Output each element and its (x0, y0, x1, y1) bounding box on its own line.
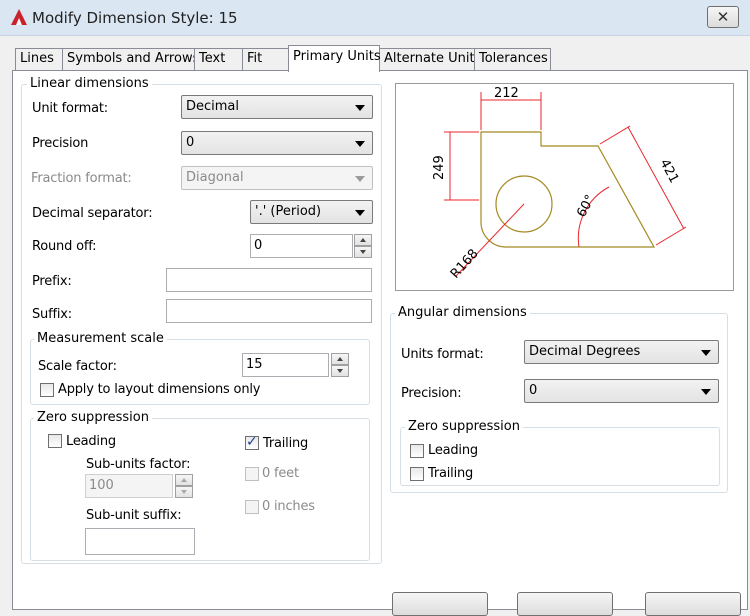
window-title: Modify Dimension Style: 15 (32, 9, 238, 27)
cancel-button[interactable] (517, 592, 613, 616)
leading-checkbox[interactable] (48, 434, 62, 448)
tab-alternate-units[interactable]: Alternate Units (379, 48, 481, 70)
round-off-spinner[interactable] (354, 234, 372, 258)
subunits-factor-label: Sub-units factor: (86, 457, 191, 472)
spin-down-icon[interactable] (175, 486, 193, 498)
round-off-input[interactable]: 0 (250, 234, 353, 258)
scale-factor-input[interactable]: 15 (242, 353, 329, 377)
decimal-separator-value: '.' (Period) (255, 204, 322, 219)
angular-zero-suppression-legend: Zero suppression (405, 419, 523, 434)
close-button[interactable]: ✕ (707, 6, 739, 28)
prefix-input[interactable] (166, 268, 372, 292)
tab-symbols-and-arrows[interactable]: Symbols and Arrows (62, 48, 199, 70)
trailing-label: Trailing (263, 436, 309, 451)
preview-shape (480, 131, 656, 248)
tab-text[interactable]: Text (194, 48, 243, 70)
decimal-separator-label: Decimal separator: (32, 206, 153, 221)
decimal-separator-dropdown[interactable]: '.' (Period) (250, 200, 373, 224)
tab-primary-units[interactable]: Primary Units (288, 45, 381, 72)
zero-inches-label: 0 inches (262, 499, 315, 514)
spin-up-icon[interactable] (354, 234, 372, 246)
tab-tolerances[interactable]: Tolerances (474, 48, 551, 70)
fraction-format-value: Diagonal (186, 170, 244, 185)
angular-leading-checkbox[interactable] (410, 444, 424, 458)
subunits-factor-input[interactable]: 100 (85, 474, 173, 498)
spin-up-icon[interactable] (331, 353, 349, 365)
spin-down-icon[interactable] (354, 246, 372, 258)
radius-dimension-text: R168 (448, 246, 482, 281)
subunit-suffix-input[interactable] (85, 528, 195, 555)
measurement-scale-legend: Measurement scale (34, 331, 167, 346)
round-off-label: Round off: (32, 239, 97, 254)
chevron-down-icon (355, 141, 365, 147)
tab-strip: Lines Symbols and Arrows Text Fit Primar… (0, 45, 750, 72)
spin-down-icon[interactable] (331, 365, 349, 377)
tab-fit[interactable]: Fit (242, 48, 289, 70)
diagonal-dimension-text: 421 (656, 157, 681, 186)
height-dimension-text: 249 (432, 155, 447, 180)
checkmark-icon: ✓ (246, 434, 258, 450)
angular-dimensions-legend: Angular dimensions (395, 305, 530, 320)
chevron-down-icon (701, 350, 711, 356)
leading-label: Leading (66, 434, 116, 449)
fraction-format-label: Fraction format: (31, 171, 132, 186)
width-dimension-text: 212 (494, 86, 519, 101)
close-icon: ✕ (716, 8, 730, 26)
preview-drawing: 212 249 421 60° R168 (432, 86, 687, 282)
angular-trailing-label: Trailing (428, 466, 474, 481)
zero-feet-checkbox[interactable] (245, 467, 259, 481)
scale-factor-label: Scale factor: (38, 359, 117, 374)
tab-lines[interactable]: Lines (15, 48, 63, 70)
chevron-down-icon (355, 210, 365, 216)
title-bar: Modify Dimension Style: 15 ✕ (0, 0, 750, 36)
zero-inches-checkbox[interactable] (245, 500, 259, 514)
angular-precision-value: 0 (529, 383, 538, 398)
zero-feet-label: 0 feet (262, 466, 299, 481)
angular-leading-label: Leading (428, 443, 478, 458)
unit-format-value: Decimal (186, 99, 240, 114)
dimension-preview: 212 249 421 60° R168 (395, 83, 734, 291)
spin-up-icon[interactable] (175, 474, 193, 486)
angle-dimension-text: 60° (574, 192, 598, 219)
unit-format-label: Unit format: (32, 101, 108, 116)
subunit-suffix-label: Sub-unit suffix: (86, 508, 182, 523)
angular-units-value: Decimal Degrees (529, 344, 641, 359)
zero-suppression-legend: Zero suppression (34, 410, 152, 425)
autocad-app-icon (11, 9, 27, 25)
unit-format-dropdown[interactable]: Decimal (181, 95, 373, 119)
angular-units-dropdown[interactable]: Decimal Degrees (524, 340, 719, 364)
angular-precision-dropdown[interactable]: 0 (524, 379, 719, 403)
chevron-down-icon (355, 176, 365, 182)
angular-precision-label: Precision: (401, 386, 462, 401)
suffix-input[interactable] (166, 299, 372, 323)
linear-dimensions-legend: Linear dimensions (27, 76, 152, 91)
suffix-label: Suffix: (32, 307, 72, 322)
apply-layout-label: Apply to layout dimensions only (58, 382, 261, 397)
precision-dropdown[interactable]: 0 (181, 131, 373, 155)
subunits-factor-spinner[interactable] (175, 474, 193, 498)
ok-button[interactable] (392, 592, 488, 616)
precision-value: 0 (186, 135, 195, 150)
angular-units-label: Units format: (401, 347, 484, 362)
precision-label: Precision (32, 136, 89, 151)
trailing-checkbox[interactable]: ✓ (245, 434, 259, 450)
prefix-label: Prefix: (32, 274, 72, 289)
angular-trailing-checkbox[interactable] (410, 467, 424, 481)
help-button[interactable] (645, 592, 741, 616)
apply-layout-checkbox[interactable] (40, 383, 54, 397)
chevron-down-icon (701, 389, 711, 395)
scale-factor-spinner[interactable] (331, 353, 349, 377)
fraction-format-dropdown[interactable]: Diagonal (181, 166, 373, 190)
chevron-down-icon (355, 105, 365, 111)
